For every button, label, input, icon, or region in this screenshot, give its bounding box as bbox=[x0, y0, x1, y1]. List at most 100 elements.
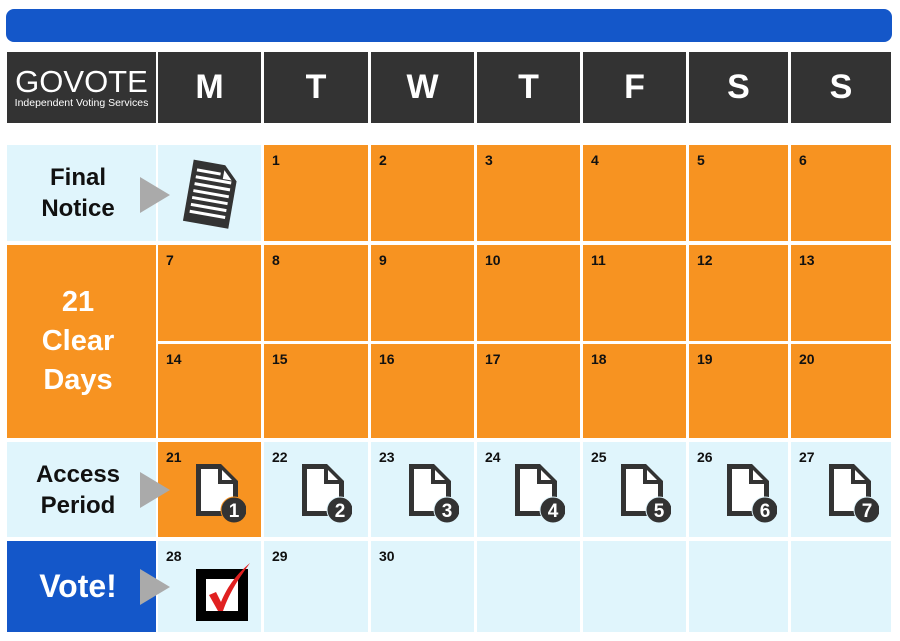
calendar-day-cell[interactable] bbox=[689, 541, 788, 632]
numbered-document-icon: 4 bbox=[513, 462, 567, 524]
day-number: 1 bbox=[272, 152, 280, 168]
svg-text:6: 6 bbox=[760, 501, 771, 522]
day-number: 4 bbox=[591, 152, 599, 168]
calendar-day-cell[interactable]: 18 bbox=[583, 344, 686, 438]
day-header-label: F bbox=[624, 68, 645, 106]
day-number: 17 bbox=[485, 351, 501, 367]
calendar-day-cell[interactable]: 7 bbox=[158, 245, 261, 341]
day-number: 7 bbox=[166, 252, 174, 268]
numbered-document-icon: 1 bbox=[194, 462, 248, 524]
calendar-day-cell[interactable]: 3 bbox=[477, 145, 580, 241]
day-header-label: T bbox=[518, 68, 539, 106]
arrow-right-icon bbox=[140, 177, 170, 213]
row-label-clear-days: 21 Clear Days bbox=[7, 245, 156, 438]
calendar-day-cell[interactable]: 9 bbox=[371, 245, 474, 341]
calendar-day-cell[interactable]: 5 bbox=[689, 145, 788, 241]
day-number: 11 bbox=[591, 252, 606, 268]
svg-text:2: 2 bbox=[335, 501, 346, 522]
calendar-day-cell[interactable] bbox=[583, 541, 686, 632]
access-period-label: Access Period bbox=[7, 442, 149, 537]
day-header: S bbox=[689, 52, 788, 123]
calendar-day-cell[interactable]: 23 3 bbox=[371, 442, 474, 537]
arrow-right-icon bbox=[140, 472, 170, 508]
calendar-day-cell[interactable] bbox=[791, 541, 891, 632]
calendar-day-cell[interactable]: 12 bbox=[689, 245, 788, 341]
checked-ballot-icon bbox=[194, 559, 254, 621]
day-number: 14 bbox=[166, 351, 182, 367]
calendar-day-cell[interactable]: 28 bbox=[158, 541, 261, 632]
calendar-day-cell[interactable]: 21 1 bbox=[158, 442, 261, 537]
calendar-day-cell[interactable]: 22 2 bbox=[264, 442, 368, 537]
calendar-day-cell[interactable] bbox=[477, 541, 580, 632]
day-number: 10 bbox=[485, 252, 501, 268]
logo: GOVOTE Independent Voting Services bbox=[7, 52, 156, 123]
calendar-day-cell[interactable]: 26 6 bbox=[689, 442, 788, 537]
day-number: 15 bbox=[272, 351, 288, 367]
calendar-day-cell[interactable]: 17 bbox=[477, 344, 580, 438]
calendar-day-cell[interactable]: 19 bbox=[689, 344, 788, 438]
calendar-day-cell[interactable]: 25 5 bbox=[583, 442, 686, 537]
svg-text:4: 4 bbox=[548, 501, 559, 522]
label-line: Access bbox=[35, 460, 121, 488]
calendar-day-cell[interactable]: 1 bbox=[264, 145, 368, 241]
calendar-day-cell[interactable]: 30 bbox=[371, 541, 474, 632]
calendar-day-cell[interactable]: 2 bbox=[371, 145, 474, 241]
label-line: Period bbox=[40, 491, 116, 519]
day-header: T bbox=[264, 52, 368, 123]
day-number: 12 bbox=[697, 252, 713, 268]
day-number: 6 bbox=[799, 152, 807, 168]
label-line: 21 bbox=[61, 286, 95, 318]
svg-text:1: 1 bbox=[229, 501, 240, 522]
day-number: 27 bbox=[799, 449, 815, 465]
numbered-document-icon: 5 bbox=[619, 462, 673, 524]
calendar-day-cell[interactable]: 15 bbox=[264, 344, 368, 438]
day-header: M bbox=[158, 52, 261, 123]
day-number: 25 bbox=[591, 449, 607, 465]
label-line: Notice bbox=[41, 195, 115, 222]
label-line: Clear bbox=[41, 325, 115, 357]
row-label-access-period: Access Period bbox=[7, 442, 156, 537]
day-header-label: M bbox=[195, 68, 224, 106]
brand-name: GOVOTE bbox=[15, 63, 148, 99]
arrow-right-icon bbox=[140, 569, 170, 605]
day-number: 5 bbox=[697, 152, 705, 168]
brand-tagline: Independent Voting Services bbox=[14, 96, 149, 109]
calendar-day-cell[interactable]: 24 4 bbox=[477, 442, 580, 537]
day-header: W bbox=[371, 52, 474, 123]
calendar-day-cell[interactable]: 29 bbox=[264, 541, 368, 632]
day-number: 22 bbox=[272, 449, 288, 465]
svg-text:7: 7 bbox=[862, 501, 873, 522]
calendar-day-cell[interactable] bbox=[158, 145, 261, 241]
calendar-day-cell[interactable]: 10 bbox=[477, 245, 580, 341]
day-header: T bbox=[477, 52, 580, 123]
calendar-day-cell[interactable]: 27 7 bbox=[791, 442, 891, 537]
final-notice-label: Final Notice bbox=[7, 145, 149, 241]
svg-text:5: 5 bbox=[654, 501, 665, 522]
day-number: 2 bbox=[379, 152, 387, 168]
day-number: 16 bbox=[379, 351, 395, 367]
calendar-day-cell[interactable]: 4 bbox=[583, 145, 686, 241]
svg-text:3: 3 bbox=[442, 501, 453, 522]
day-header: F bbox=[583, 52, 686, 123]
day-number: 28 bbox=[166, 548, 182, 564]
numbered-document-icon: 3 bbox=[407, 462, 461, 524]
day-number: 13 bbox=[799, 252, 815, 268]
calendar-day-cell[interactable]: 8 bbox=[264, 245, 368, 341]
vote-label: Vote! bbox=[39, 568, 117, 604]
row-label-vote: Vote! bbox=[7, 541, 156, 632]
calendar-day-cell[interactable]: 11 bbox=[583, 245, 686, 341]
day-header-label: T bbox=[305, 68, 327, 106]
calendar-day-cell[interactable]: 14 bbox=[158, 344, 261, 438]
calendar-day-cell[interactable]: 13 bbox=[791, 245, 891, 341]
calendar-day-cell[interactable]: 20 bbox=[791, 344, 891, 438]
calendar-day-cell[interactable]: 6 bbox=[791, 145, 891, 241]
day-number: 20 bbox=[799, 351, 815, 367]
calendar-day-cell[interactable]: 16 bbox=[371, 344, 474, 438]
day-number: 24 bbox=[485, 449, 501, 465]
day-number: 19 bbox=[697, 351, 713, 367]
day-header-label: W bbox=[406, 68, 439, 106]
day-header-label: S bbox=[727, 68, 750, 106]
day-header: S bbox=[791, 52, 891, 123]
day-number: 26 bbox=[697, 449, 713, 465]
day-number: 30 bbox=[379, 548, 395, 564]
